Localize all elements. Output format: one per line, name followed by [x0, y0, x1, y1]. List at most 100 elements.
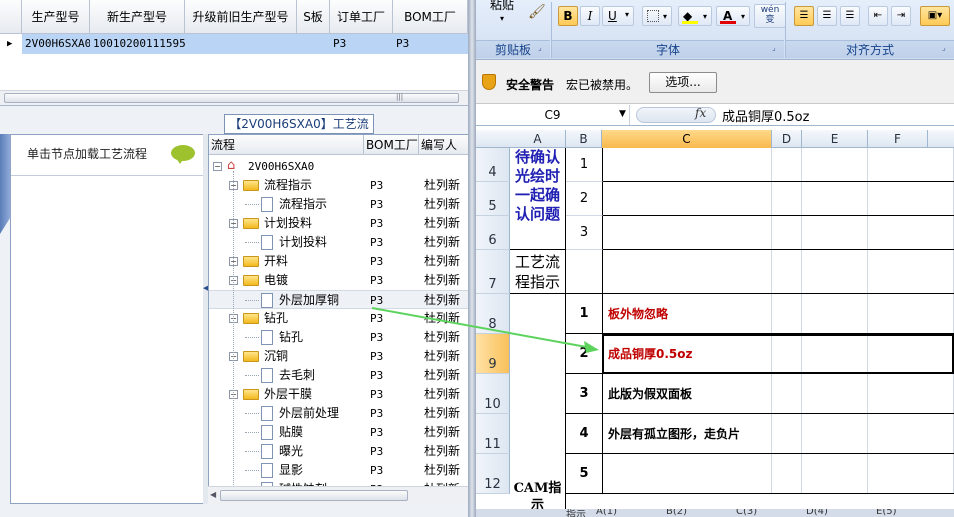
tree-col-flow[interactable]: 流程	[209, 135, 364, 155]
item-number-cell[interactable]: 1	[566, 148, 603, 182]
cell-bom-factory[interactable]: P3	[393, 34, 468, 54]
tree-expander-icon[interactable]: −	[213, 162, 222, 171]
tree-col-bom[interactable]: BOM工厂	[364, 135, 419, 155]
scrollbar-thumb[interactable]	[220, 490, 408, 501]
cell-s-board[interactable]	[297, 34, 330, 54]
tree-node[interactable]: − 电镀 P3 杜列新	[209, 271, 468, 290]
row-header[interactable]: 5	[476, 182, 510, 216]
instruction-text[interactable]: 成品铜厚0.5oz	[604, 334, 944, 373]
a-cam-cell[interactable]: CAM指示	[510, 294, 566, 517]
phonetic-button[interactable]: wén 变	[754, 4, 786, 28]
cell-new-model[interactable]: 10010200111595	[90, 34, 185, 54]
paste-dropdown-icon[interactable]: ▾	[500, 14, 504, 23]
cell-product-model[interactable]: 2V00H6SXA0	[22, 34, 90, 54]
tree-col-author[interactable]: 编写人	[419, 135, 468, 155]
alignment-launcher-icon[interactable]: ⌟	[942, 43, 946, 52]
tree-leaf[interactable]: 计划投料 P3 杜列新	[209, 233, 468, 252]
sheet-tab[interactable]: C(3)	[736, 509, 757, 517]
row-header[interactable]: 11	[476, 414, 510, 454]
column-header[interactable]: F	[868, 130, 928, 148]
sheet-tab[interactable]: B(2)	[666, 509, 687, 517]
tree-leaf[interactable]: 流程指示 P3 杜列新	[209, 195, 468, 214]
col-header-bom-factory[interactable]: BOM工厂	[393, 0, 468, 34]
sheet-cell[interactable]	[802, 182, 868, 216]
format-painter-icon[interactable]: 🖌	[528, 4, 546, 20]
item-number-cell[interactable]: 3	[566, 216, 603, 250]
sheet-cell[interactable]	[802, 250, 868, 294]
tree-node[interactable]: − 外层干膜 P3 杜列新	[209, 385, 468, 404]
name-box[interactable]: C9	[476, 105, 630, 125]
tree-leaf[interactable]: 外层前处理 P3 杜列新	[209, 404, 468, 423]
a-note-cell[interactable]: 待确认光绘时一起确认问题	[510, 148, 566, 250]
increase-indent-button[interactable]: ⇥	[891, 6, 911, 26]
scroll-left-icon[interactable]: ◀	[210, 490, 216, 499]
align-center-button[interactable]: ☰	[817, 6, 837, 26]
tree-leaf[interactable]: 钻孔 P3 杜列新	[209, 328, 468, 347]
bold-button[interactable]: B	[558, 6, 578, 26]
item-number-cell[interactable]: 2	[566, 334, 603, 374]
tree-node[interactable]: − 开料 P3 杜列新	[209, 252, 468, 271]
item-number-cell[interactable]: 3	[566, 374, 603, 414]
column-header[interactable]: D	[772, 130, 802, 148]
insert-function-button[interactable]: fx	[636, 106, 716, 123]
row-header[interactable]: 8	[476, 294, 510, 334]
italic-button[interactable]: I	[580, 6, 600, 26]
cell-order-factory[interactable]: P3	[330, 34, 393, 54]
font-launcher-icon[interactable]: ⌟	[772, 43, 776, 52]
tree-leaf[interactable]: 外层加厚铜 P3 杜列新	[209, 290, 468, 309]
sheet-cell[interactable]	[602, 148, 772, 182]
workflow-tab[interactable]: 【2V00H6SXA0】工艺流程	[224, 114, 374, 149]
clipboard-launcher-icon[interactable]: ⌟	[538, 43, 542, 52]
sheet-cell[interactable]	[602, 250, 772, 294]
a-process-cell[interactable]: 工艺流程指示	[510, 250, 566, 294]
tree-root[interactable]: − ⌂ 2V00H6SXA0	[209, 157, 468, 176]
cell-old-model[interactable]	[185, 34, 297, 54]
instruction-text[interactable]: 此版为假双面板	[604, 374, 944, 413]
fill-color-button[interactable]: ◆ ▾	[678, 6, 712, 26]
row-header[interactable]: 10	[476, 374, 510, 414]
instruction-text[interactable]	[604, 454, 944, 493]
align-left-button[interactable]: ☰	[794, 6, 814, 26]
formula-input[interactable]: 成品铜厚0.5oz	[722, 106, 809, 125]
load-workflow-label[interactable]: 单击节点加载工艺流程	[27, 145, 147, 162]
sheet-tab[interactable]: E(5)	[876, 509, 896, 517]
col-header-product-model[interactable]: 生产型号	[22, 0, 90, 34]
item-number-cell[interactable]: 2	[566, 182, 603, 216]
column-header[interactable]: E	[802, 130, 868, 148]
tree-leaf[interactable]: 显影 P3 杜列新	[209, 461, 468, 480]
tree-node[interactable]: − 计划投料 P3 杜列新	[209, 214, 468, 233]
row-header[interactable]: 9	[476, 334, 510, 374]
tree-node[interactable]: − 钻孔 P3 杜列新	[209, 309, 468, 328]
column-header[interactable]: A	[510, 130, 566, 148]
sheet-cell[interactable]	[772, 216, 802, 250]
borders-button[interactable]: ▾	[642, 6, 672, 26]
grid-horizontal-scrollbar[interactable]: |||	[0, 90, 468, 105]
sheet-cell[interactable]	[802, 148, 868, 182]
col-header-old-model[interactable]: 升级前旧生产型号	[185, 0, 297, 34]
align-right-button[interactable]: ☰	[840, 6, 860, 26]
col-header-order-factory[interactable]: 订单工厂	[330, 0, 393, 34]
side-collapse-tab[interactable]	[0, 134, 10, 234]
sheet-tab[interactable]: A(1)	[596, 509, 617, 517]
instruction-text[interactable]: 板外物忽略	[604, 294, 944, 333]
sheet-cell[interactable]	[802, 216, 868, 250]
decrease-indent-button[interactable]: ⇤	[868, 6, 888, 26]
sheet-cell[interactable]	[772, 182, 802, 216]
sheet-cell[interactable]	[772, 148, 802, 182]
underline-button[interactable]: U	[602, 6, 634, 26]
item-number-cell[interactable]: 4	[566, 414, 603, 454]
underline-dropdown-icon[interactable]: ▾	[625, 10, 629, 19]
sheet-cell[interactable]	[868, 216, 954, 250]
sheet-cell[interactable]	[868, 250, 954, 294]
tree-node[interactable]: − 流程指示 P3 杜列新	[209, 176, 468, 195]
sheet-cell[interactable]	[602, 216, 772, 250]
row-header[interactable]: 7	[476, 250, 510, 294]
name-box-dropdown-icon[interactable]: ▼	[619, 109, 626, 119]
sheet-cell[interactable]	[868, 148, 954, 182]
item-number-cell[interactable]: 1	[566, 294, 603, 334]
merge-center-button[interactable]: ▣▾	[920, 6, 950, 26]
sheet-tab[interactable]: D(4)	[806, 509, 828, 517]
tree-leaf[interactable]: 去毛刺 P3 杜列新	[209, 366, 468, 385]
tree-leaf[interactable]: 曝光 P3 杜列新	[209, 442, 468, 461]
column-header[interactable]: C	[602, 130, 772, 148]
